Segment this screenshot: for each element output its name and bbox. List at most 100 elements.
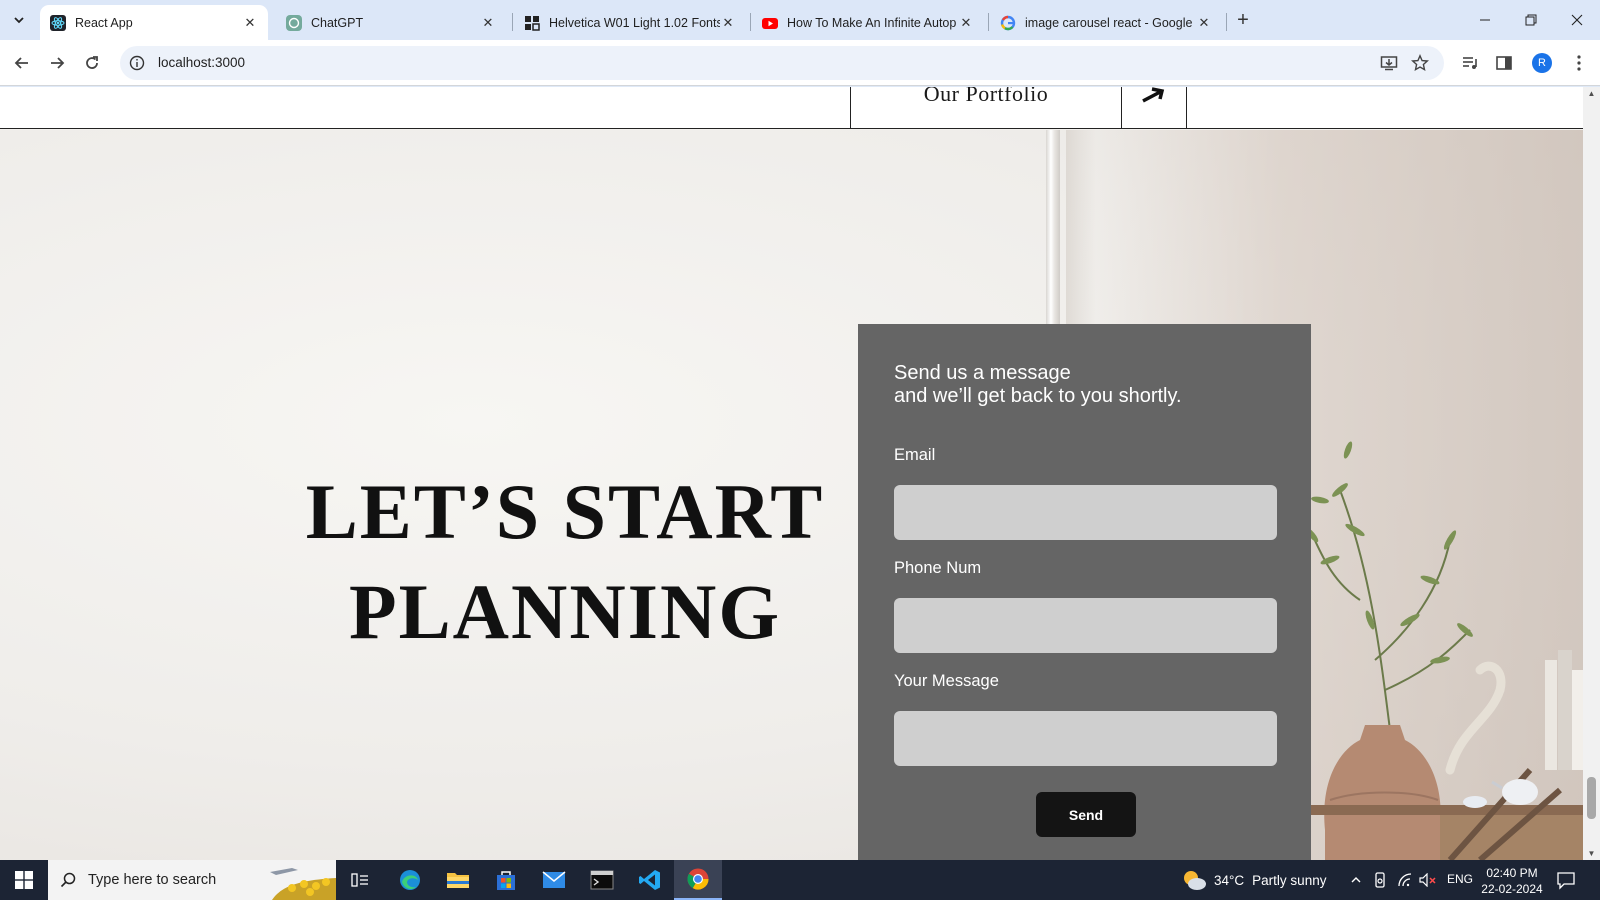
close-tab-icon[interactable]: ✕ [720,15,736,31]
portfolio-arrow-button[interactable] [1122,87,1186,129]
site-navigation: Our Portfolio [0,87,1583,129]
language-indicator[interactable]: ENG [1447,872,1473,886]
headline-line-1: LET’S START [305,468,825,555]
close-icon [1571,14,1583,26]
close-tab-icon[interactable]: ✕ [1196,15,1212,31]
edge-icon [400,870,420,890]
media-controls-button[interactable] [1456,49,1484,77]
tab-helvetica-fonts[interactable]: Helvetica W01 Light 1.02 Fonts ✕ [514,5,746,40]
tab-react-app[interactable]: React App ✕ [40,5,268,40]
taskbar-search-box[interactable]: Type here to search [48,860,336,900]
terminal-button[interactable] [578,860,626,900]
reload-icon [86,56,98,69]
decor-pole-image [1046,130,1060,330]
kebab-menu-icon [1577,55,1581,71]
store-icon [497,871,515,890]
browser-tab-strip: React App ✕ ChatGPT ✕ Helvetica W01 Ligh… [0,0,1600,40]
close-tab-icon[interactable]: ✕ [958,15,974,31]
arrow-right-icon [51,57,65,69]
volume-muted-icon [1419,873,1436,887]
tray-device-button[interactable] [1370,870,1390,890]
forward-button[interactable] [43,49,71,77]
our-portfolio-label: Our Portfolio [923,87,1049,106]
minimize-icon [1480,19,1490,21]
bookmark-button[interactable] [1406,49,1434,77]
tab-google-search[interactable]: image carousel react - Google S ✕ [990,5,1222,40]
new-tab-button[interactable]: + [1232,9,1254,31]
vscode-button[interactable] [626,860,674,900]
email-label: Email [894,446,936,464]
reload-button[interactable] [78,49,106,77]
contact-form: Send us a message and we’ll get back to … [858,324,1311,860]
profile-avatar[interactable]: R [1532,53,1552,73]
weather-widget[interactable]: 34°C Partly sunny [1180,860,1326,900]
search-icon [48,872,88,888]
restore-button[interactable] [1508,0,1554,40]
tab-label: ChatGPT [311,15,364,30]
pole-shadow [1066,130,1096,330]
show-hidden-icons-button[interactable] [1346,870,1366,890]
address-bar[interactable]: localhost:3000 [120,46,1444,80]
phone-field[interactable] [894,598,1277,653]
back-button[interactable] [8,49,36,77]
terminal-icon [590,870,614,890]
minimize-button[interactable] [1462,0,1508,40]
scrollbar-thumb[interactable] [1587,777,1596,819]
task-view-button[interactable] [336,860,384,900]
partly-sunny-icon [1184,871,1206,890]
react-icon [50,14,66,31]
chrome-taskbar-button[interactable] [674,860,722,900]
usb-device-icon [1375,872,1385,888]
mail-button[interactable] [530,860,578,900]
chrome-icon [687,868,709,890]
volume-button[interactable] [1418,870,1438,890]
tab-label: How To Make An Infinite Autop [787,15,957,30]
browser-toolbar: localhost:3000 R [0,40,1600,86]
side-panel-button[interactable] [1490,49,1518,77]
tab-youtube-video[interactable]: How To Make An Infinite Autop ✕ [752,5,984,40]
arrow-right-icon [1142,87,1165,103]
tab-separator [750,13,751,31]
page-viewport: Our Portfolio LET’S START PLANNING Send … [0,87,1583,860]
file-explorer-button[interactable] [434,860,482,900]
notification-center-button[interactable] [1556,870,1578,890]
weather-temperature: 34°C [1214,872,1245,888]
search-highlight-illustration [270,868,336,900]
browser-menu-button[interactable] [1565,49,1593,77]
network-button[interactable] [1395,870,1415,890]
fonts-site-icon [524,15,540,31]
headline-line-2: PLANNING [348,568,781,655]
clock-date: 22-02-2024 [1481,882,1543,896]
scroll-up-arrow-icon[interactable]: ▲ [1587,89,1596,98]
message-label: Your Message [894,672,999,690]
interior-scene-image [1300,441,1583,860]
tab-search-button[interactable] [6,7,32,33]
youtube-icon [762,15,778,31]
close-window-button[interactable] [1554,0,1600,40]
send-button[interactable]: Send [1036,792,1136,837]
tab-label: React App [75,15,133,30]
windows-taskbar: Type here to search 34°C Partly sunny EN… [0,860,1600,900]
chevron-up-icon [1351,877,1361,883]
tab-chatgpt[interactable]: ChatGPT ✕ [276,5,506,40]
our-portfolio-link[interactable]: Our Portfolio [851,87,1121,129]
system-clock[interactable]: 02:40 PM 22-02-2024 [1476,865,1548,897]
scroll-down-arrow-icon[interactable]: ▼ [1587,849,1596,858]
microsoft-store-button[interactable] [482,860,530,900]
form-intro-line-2: and we’ll get back to you shortly. [894,385,1182,407]
start-button[interactable] [0,860,48,900]
email-field[interactable] [894,485,1277,540]
close-tab-icon[interactable]: ✕ [242,15,258,31]
page-scrollbar[interactable]: ▲ ▼ [1583,87,1600,860]
weather-condition: Partly sunny [1252,872,1327,888]
mail-icon [542,871,566,888]
site-info-icon[interactable] [128,54,146,72]
message-field[interactable] [894,711,1277,766]
notification-icon [1557,872,1575,890]
edge-taskbar-button[interactable] [386,860,434,900]
install-icon [1380,56,1398,71]
install-app-button[interactable] [1375,49,1403,77]
tab-separator [988,13,989,31]
tab-separator [512,13,513,31]
close-tab-icon[interactable]: ✕ [480,15,496,31]
